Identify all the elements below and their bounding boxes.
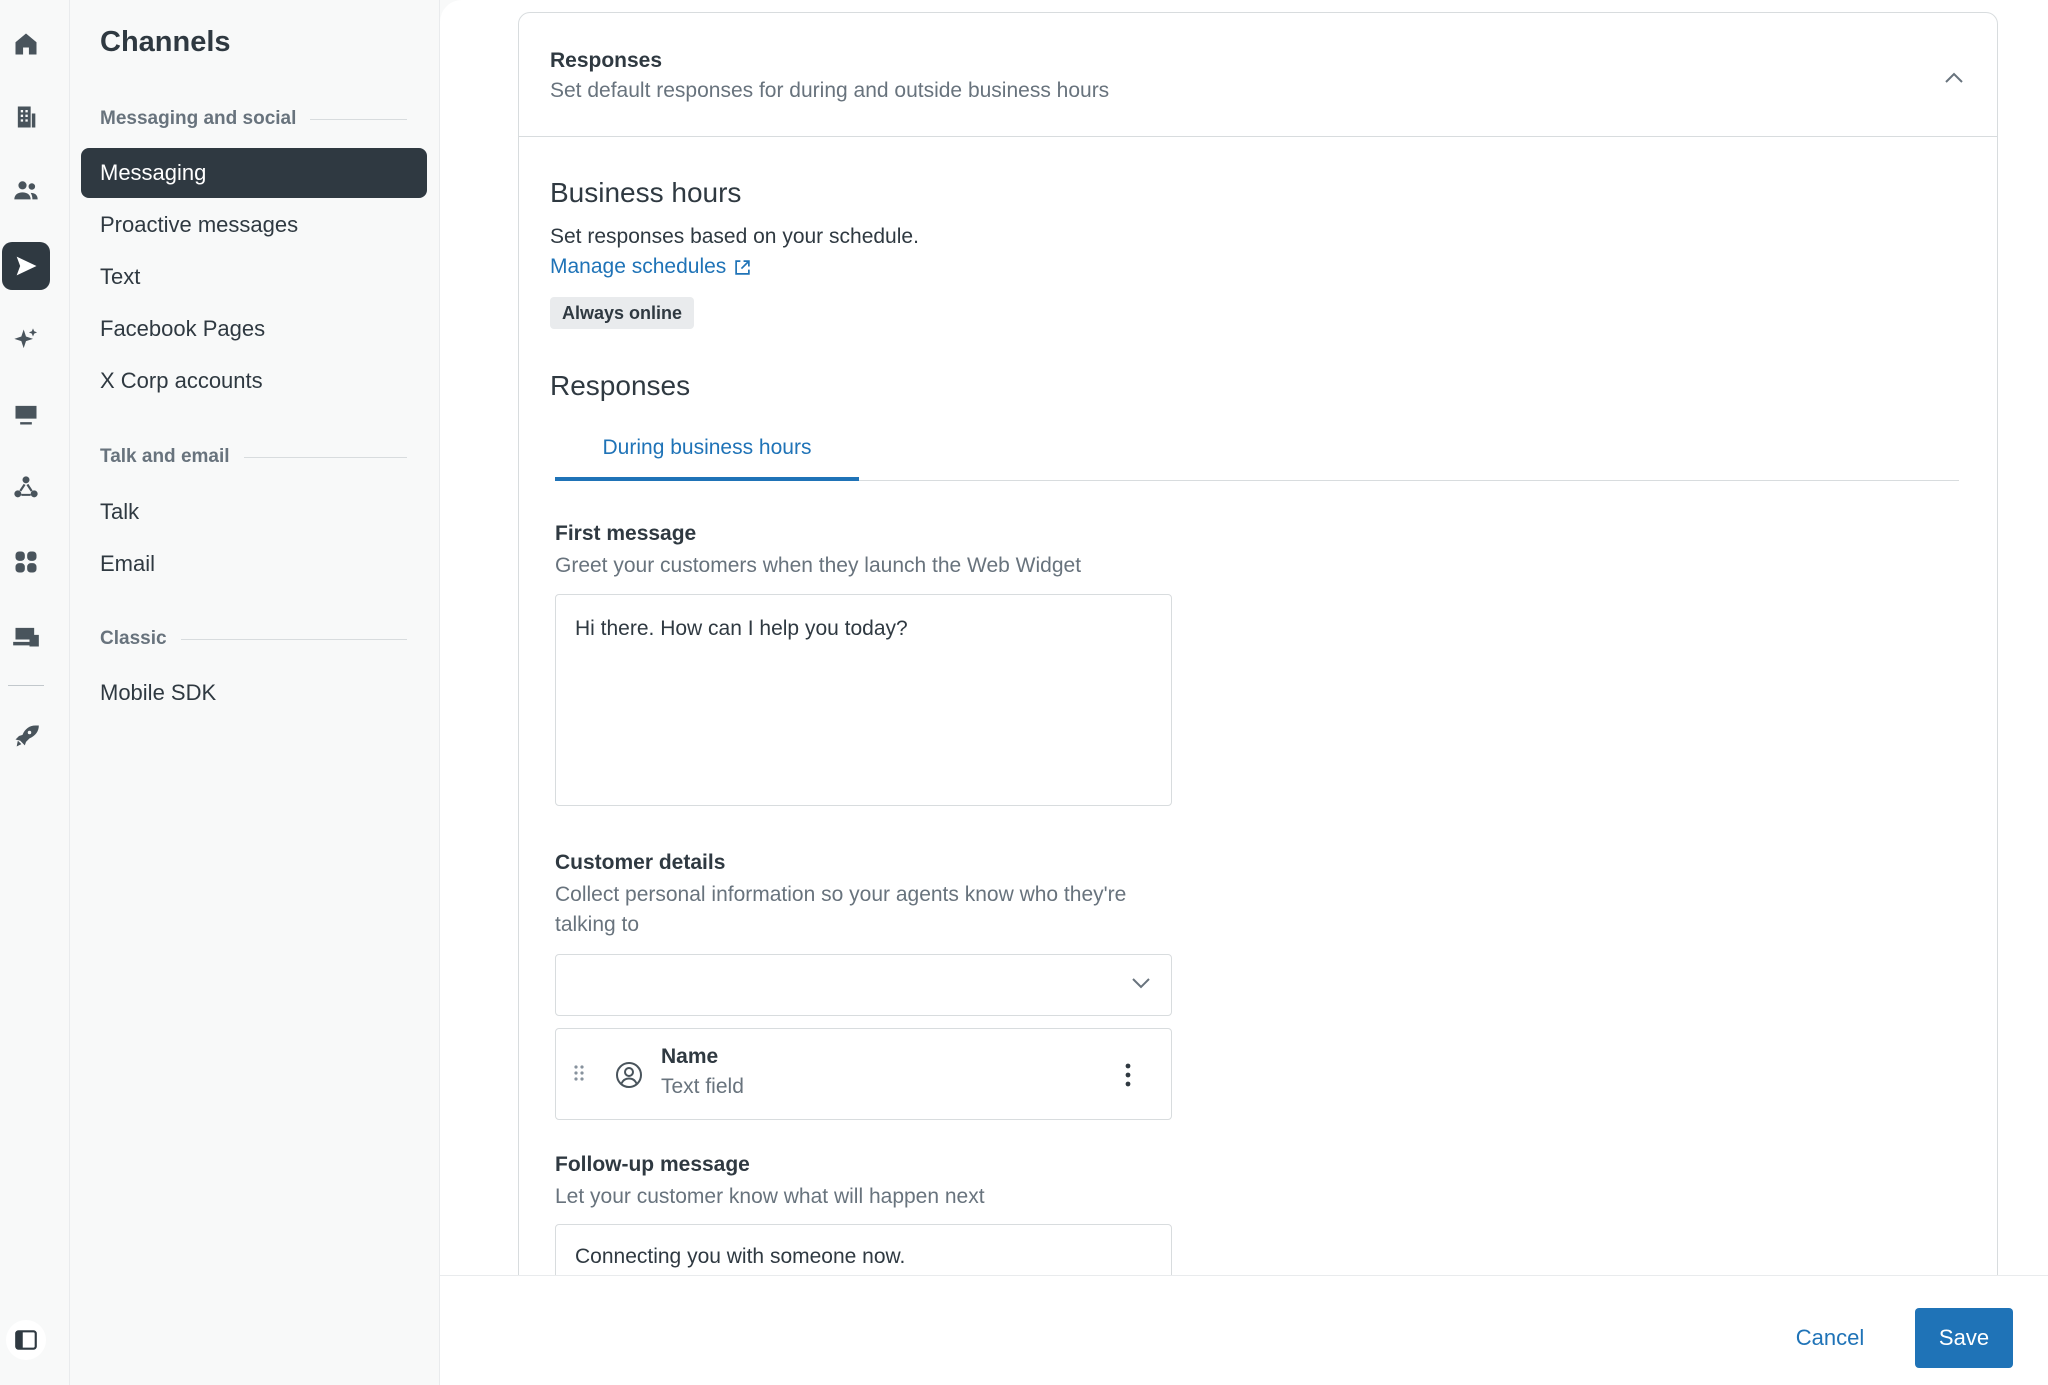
follow-up-label: Follow-up message [555, 1153, 750, 1176]
status-badge: Always online [550, 297, 695, 329]
account-icon[interactable] [2, 612, 50, 660]
card-subtitle: Set default responses for during and out… [550, 79, 1110, 102]
collapse-panel-icon[interactable] [6, 1320, 46, 1360]
first-message-textarea[interactable]: Hi there. How can I help you today? [555, 594, 1172, 806]
follow-up-value: Connecting you with someone now. [575, 1245, 906, 1268]
customer-field-type: Text field [661, 1075, 744, 1098]
responses-card-header[interactable]: Responses Set default responses for duri… [519, 13, 1997, 137]
customer-field-row[interactable]: Name Text field [555, 1028, 1172, 1120]
building-icon[interactable] [2, 93, 50, 141]
nav-section-messaging-social: Messaging and social [100, 108, 407, 130]
external-link-icon [735, 259, 751, 275]
customer-details-select[interactable] [555, 954, 1172, 1016]
save-button[interactable]: Save [1915, 1308, 2013, 1368]
nav-section-talk-email: Talk and email [100, 446, 407, 468]
rail-divider [8, 685, 44, 686]
cancel-button[interactable]: Cancel [1775, 1308, 1885, 1368]
more-options-icon[interactable] [1125, 1063, 1131, 1087]
first-message-label: First message [555, 522, 697, 545]
icon-rail [0, 0, 70, 1385]
customer-details-hint: Collect personal information so your age… [555, 883, 1127, 936]
nav-item-x-corp-accounts[interactable]: X Corp accounts [81, 356, 427, 406]
nav-section-heading: Classic [100, 628, 167, 649]
workspace-icon[interactable] [2, 390, 50, 438]
responses-heading: Responses [550, 370, 691, 401]
manage-schedules-label: Manage schedules [550, 255, 727, 278]
apps-icon[interactable] [2, 538, 50, 586]
main-content: Responses Set default responses for duri… [440, 0, 2048, 1275]
nav-section-heading: Messaging and social [100, 108, 297, 129]
nav-item-mobile-sdk[interactable]: Mobile SDK [81, 668, 427, 718]
nav-item-talk[interactable]: Talk [81, 487, 427, 537]
nav-item-email[interactable]: Email [81, 539, 427, 589]
business-hours-heading: Business hours [550, 177, 742, 208]
nav-item-facebook-pages[interactable]: Facebook Pages [81, 304, 427, 354]
nav-item-text[interactable]: Text [81, 252, 427, 302]
first-message-value: Hi there. How can I help you today? [575, 617, 908, 640]
nav-section-classic: Classic [100, 628, 407, 650]
chevron-down-icon [1132, 978, 1150, 989]
chevron-up-icon[interactable] [1943, 71, 1965, 85]
sparkle-icon[interactable] [2, 316, 50, 364]
nav-section-heading: Talk and email [100, 446, 230, 467]
card-title: Responses [550, 49, 663, 72]
customer-details-label: Customer details [555, 851, 726, 874]
footer-bar: Cancel Save [440, 1275, 2048, 1385]
people-icon[interactable] [2, 166, 50, 214]
follow-up-textarea[interactable]: Connecting you with someone now. [555, 1224, 1172, 1275]
objects-icon[interactable] [2, 464, 50, 512]
user-circle-icon [616, 1062, 642, 1088]
business-hours-description: Set responses based on your schedule. [550, 225, 919, 248]
responses-tabs: During business hours [555, 419, 1959, 481]
follow-up-hint: Let your customer know what will happen … [555, 1185, 985, 1208]
first-message-hint: Greet your customers when they launch th… [555, 554, 1082, 577]
rocket-icon[interactable] [2, 712, 50, 760]
nav-item-messaging[interactable]: Messaging [81, 148, 427, 198]
nav-item-proactive-messages[interactable]: Proactive messages [81, 200, 427, 250]
responses-card: Responses Set default responses for duri… [518, 12, 1998, 1275]
channels-nav: Channels Messaging and social Messaging … [70, 0, 440, 1385]
manage-schedules-link[interactable]: Manage schedules [550, 255, 751, 279]
tab-during-business-hours[interactable]: During business hours [555, 419, 859, 481]
home-icon[interactable] [2, 20, 50, 68]
drag-handle-icon[interactable] [573, 1064, 585, 1082]
nav-title: Channels [100, 26, 231, 58]
customer-field-name: Name [661, 1045, 719, 1068]
channels-send-icon[interactable] [2, 242, 50, 290]
